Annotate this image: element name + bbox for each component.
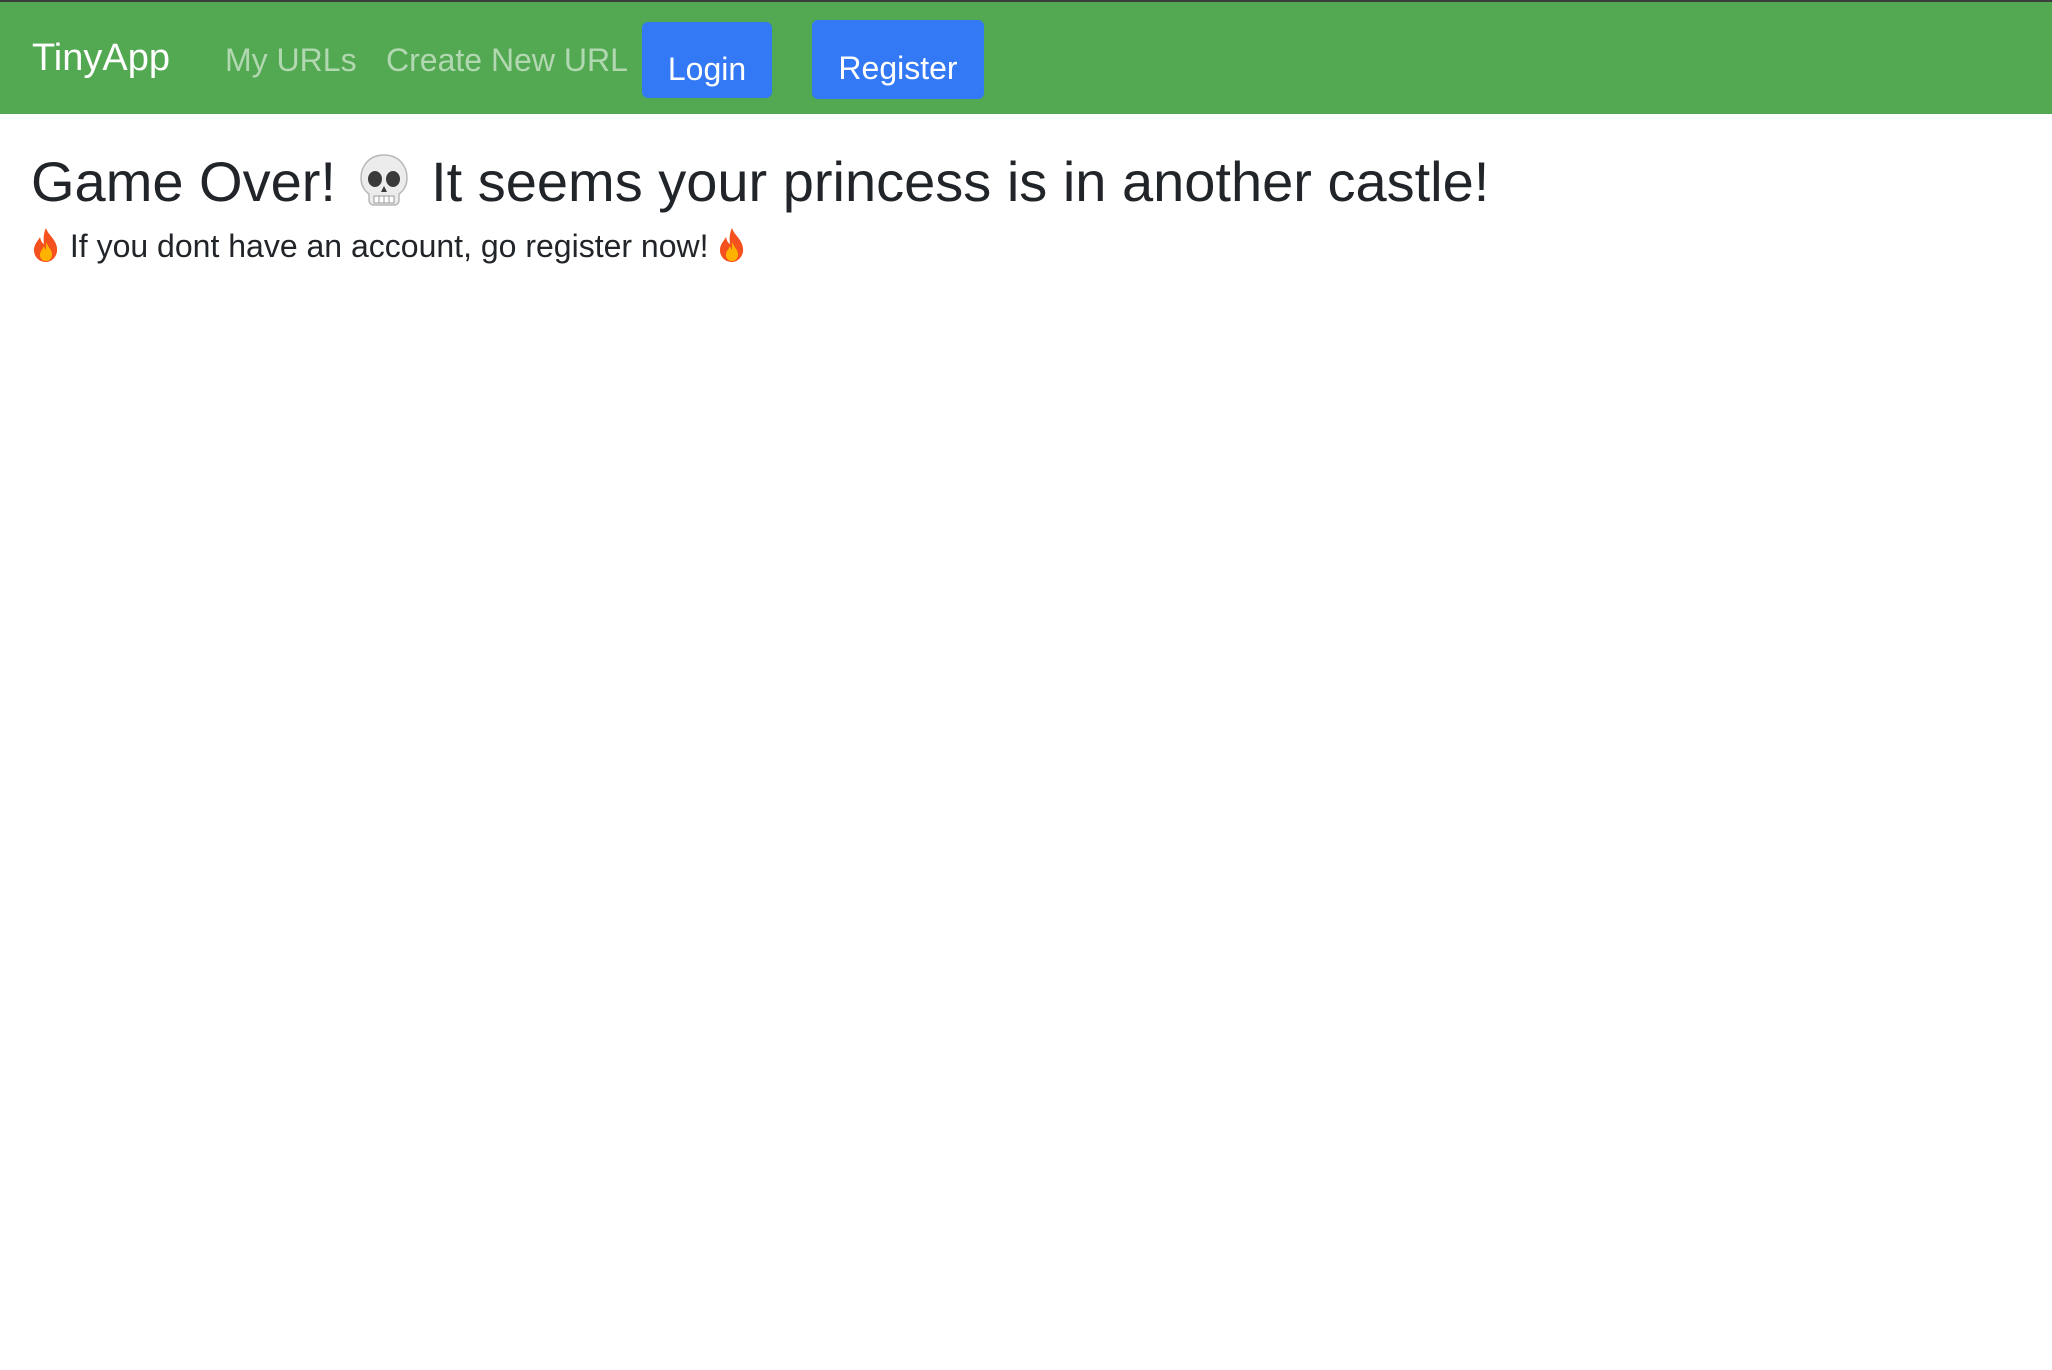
heading-text-end: It seems your princess is in another cas… xyxy=(431,150,1490,213)
navbar: TinyApp My URLs Create New URL Login Reg… xyxy=(0,0,2052,114)
brand-link[interactable]: TinyApp xyxy=(32,35,170,81)
heading-text-start: Game Over! xyxy=(31,150,336,213)
fire-icon xyxy=(34,227,58,262)
page-heading: Game Over! It seems your princess is in … xyxy=(31,148,1489,216)
nav-link-create-new-url[interactable]: Create New URL xyxy=(386,40,628,80)
login-button[interactable]: Login xyxy=(642,22,772,98)
nav-link-my-urls[interactable]: My URLs xyxy=(225,40,357,80)
register-button[interactable]: Register xyxy=(812,20,984,99)
skull-icon xyxy=(359,154,408,206)
register-prompt: If you dont have an account, go register… xyxy=(31,226,747,267)
fire-icon xyxy=(720,227,744,262)
register-prompt-text: If you dont have an account, go register… xyxy=(69,228,709,264)
